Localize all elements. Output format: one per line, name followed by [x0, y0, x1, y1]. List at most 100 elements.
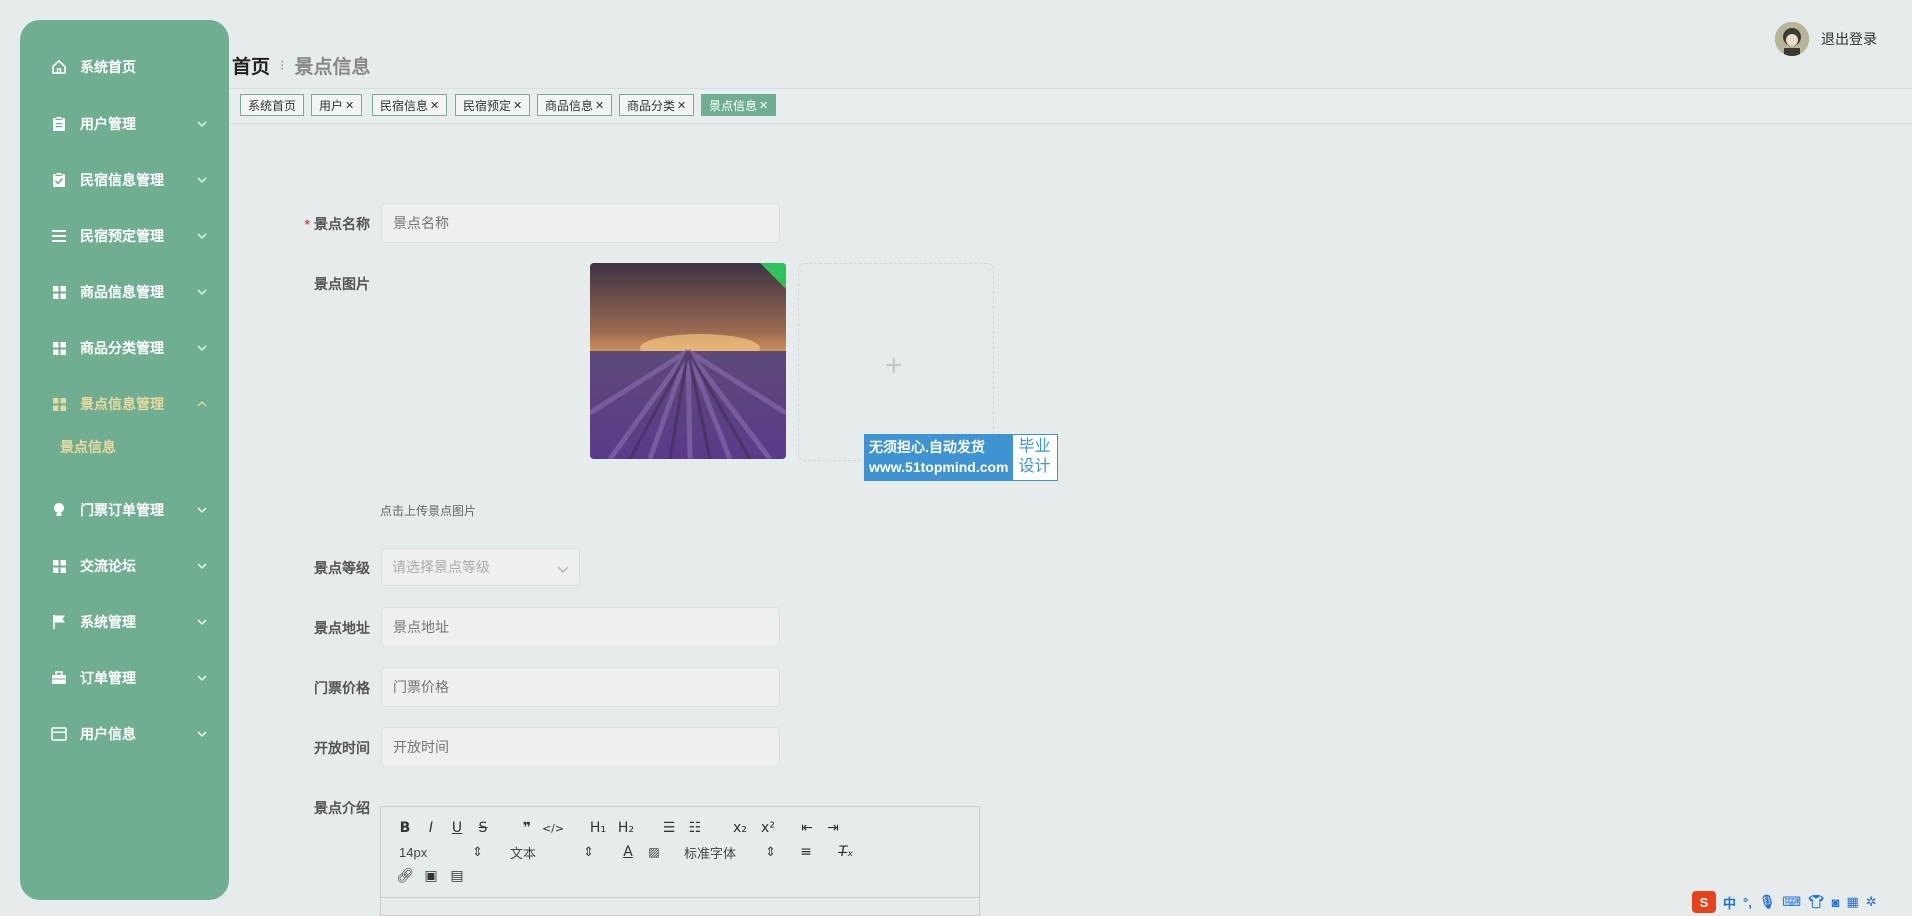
robot-icon[interactable]: ◙	[1832, 895, 1840, 910]
sidebar-item-homestay-booking[interactable]: 民宿预定管理	[20, 221, 229, 251]
microphone-icon[interactable]: 🎙︎	[1759, 894, 1776, 910]
tab-label: 用户	[319, 98, 344, 113]
card-icon	[50, 725, 68, 743]
ordered-list-icon[interactable]: ☰	[659, 818, 679, 838]
sidebar-item-forum[interactable]: 交流论坛	[20, 551, 229, 581]
chevron-down-icon	[196, 672, 208, 684]
tab-user[interactable]: 用户 ✕	[311, 94, 363, 116]
editor-toolbar-row1: B I U S ❞ </> H₁ H₂ ☰ ☷ x₂ x² ⇤ ⇥	[395, 817, 849, 839]
avatar[interactable]	[1775, 22, 1809, 56]
close-icon[interactable]: ✕	[677, 99, 686, 112]
chevron-down-icon	[196, 118, 208, 130]
attraction-name-input[interactable]	[381, 203, 780, 243]
close-icon[interactable]: ✕	[430, 99, 439, 112]
superscript-icon[interactable]: x²	[757, 818, 779, 838]
background-color-icon[interactable]: ▨	[644, 842, 664, 862]
close-icon[interactable]: ✕	[513, 99, 522, 112]
image-upload-trigger[interactable]: +	[798, 263, 994, 461]
grid-icon	[50, 395, 68, 413]
font-family-select[interactable]: 标准字体 ⇕	[684, 842, 776, 862]
clipboard-check-icon	[50, 171, 68, 189]
sidebar-item-attraction-info[interactable]: 景点信息管理	[20, 389, 229, 419]
ime-language[interactable]: 中	[1723, 893, 1736, 912]
font-size-select[interactable]: 14px ⇕	[399, 842, 483, 862]
tab-label: 商品分类	[627, 98, 676, 113]
grid-icon	[50, 283, 68, 301]
sidebar-item-label: 民宿预定管理	[80, 228, 164, 244]
sogou-logo-icon[interactable]: S	[1692, 891, 1716, 913]
close-icon[interactable]: ✕	[345, 99, 354, 112]
editor-content-area[interactable]	[381, 897, 979, 916]
blockquote-icon[interactable]: ❞	[517, 818, 537, 838]
video-icon[interactable]: ▤	[447, 866, 467, 886]
clear-format-icon[interactable]: T̶ₓ	[836, 842, 856, 862]
sidebar-item-ticket-orders[interactable]: 门票订单管理	[20, 495, 229, 525]
sidebar-item-product-category[interactable]: 商品分类管理	[20, 333, 229, 363]
tab-product-info[interactable]: 商品信息 ✕	[537, 94, 613, 116]
italic-icon[interactable]: I	[421, 818, 441, 838]
subscript-icon[interactable]: x₂	[729, 818, 751, 838]
tab-homestay-booking[interactable]: 民宿预定 ✕	[455, 94, 531, 116]
level-select-placeholder: 请选择景点等级	[392, 559, 490, 575]
heading1-icon[interactable]: H₁	[587, 818, 609, 838]
flag-icon	[50, 613, 68, 631]
sidebar-subitem-attraction[interactable]: 景点信息	[60, 437, 116, 457]
header-select[interactable]: 文本 ⇕	[510, 842, 594, 862]
bullet-list-icon[interactable]: ☷	[685, 818, 705, 838]
name-label-text: 景点名称	[314, 216, 370, 232]
level-select[interactable]: 请选择景点等级	[381, 548, 580, 586]
updown-icon: ⇕	[765, 844, 776, 859]
sidebar-item-system-management[interactable]: 系统管理	[20, 607, 229, 637]
indent-icon[interactable]: ⇥	[823, 818, 843, 838]
underline-icon[interactable]: U	[447, 818, 467, 838]
image-label: 景点图片	[314, 276, 370, 292]
apps-icon[interactable]: ▦	[1846, 894, 1858, 910]
price-label: 门票价格	[314, 680, 370, 696]
punctuation-icon[interactable]: °,	[1743, 895, 1752, 910]
close-icon[interactable]: ✕	[595, 99, 604, 112]
editor-toolbar-row2: 14px ⇕ 文本 ⇕ A ▨ 标准字体 ⇕ ≡ T̶ₓ	[399, 841, 862, 863]
price-input[interactable]	[381, 667, 780, 707]
breadcrumb-home[interactable]: 首页	[232, 52, 270, 79]
code-block-icon[interactable]: </>	[542, 818, 564, 838]
sidebar-item-order-management[interactable]: 订单管理	[20, 663, 229, 693]
grid-icon	[50, 557, 68, 575]
strikethrough-icon[interactable]: S	[473, 818, 493, 838]
tab-product-category[interactable]: 商品分类 ✕	[619, 94, 695, 116]
tab-bar: 系统首页 用户 ✕ 民宿信息 ✕ 民宿预定 ✕ 商品信息 ✕ 商品分类 ✕ 景点信息 ✕	[230, 88, 1912, 124]
chevron-down-icon	[196, 342, 208, 354]
grid-icon	[50, 339, 68, 357]
sidebar-item-user-info[interactable]: 用户信息	[20, 719, 229, 749]
outdent-icon[interactable]: ⇤	[797, 818, 817, 838]
editor-toolbar-row3: 🔗︎ ▣ ▤	[395, 865, 473, 887]
close-icon[interactable]: ✕	[759, 99, 768, 112]
skin-icon[interactable]: 👕︎	[1808, 894, 1825, 910]
keyboard-icon[interactable]: ⌨︎	[1782, 894, 1801, 910]
uploaded-image[interactable]	[590, 263, 786, 459]
breadcrumb-current: 景点信息	[294, 57, 371, 78]
address-input[interactable]	[381, 607, 780, 647]
align-icon[interactable]: ≡	[796, 842, 816, 862]
link-icon[interactable]: 🔗︎	[395, 866, 415, 886]
sidebar-item-homestay-info[interactable]: 民宿信息管理	[20, 165, 229, 195]
font-color-icon[interactable]: A	[618, 842, 638, 862]
open-time-input[interactable]	[381, 727, 780, 767]
bold-icon[interactable]: B	[395, 818, 415, 838]
tab-homestay-info[interactable]: 民宿信息 ✕	[372, 94, 448, 116]
tab-label: 商品信息	[545, 98, 594, 113]
sidebar-item-user-management[interactable]: 用户管理	[20, 109, 229, 139]
image-icon[interactable]: ▣	[421, 866, 441, 886]
watermark-left: 无须担心.自动发货 www.51topmind.com	[865, 435, 1013, 480]
logout-link[interactable]: 退出登录	[1821, 29, 1877, 49]
settings-icon[interactable]: ✲	[1866, 894, 1877, 910]
sidebar-item-home[interactable]: 系统首页	[20, 52, 229, 82]
tab-label: 景点信息	[709, 98, 758, 113]
tab-home[interactable]: 系统首页	[240, 94, 305, 116]
level-label: 景点等级	[314, 560, 370, 576]
heading2-icon[interactable]: H₂	[615, 818, 637, 838]
sidebar-item-label: 商品分类管理	[80, 340, 164, 356]
tab-attraction-info[interactable]: 景点信息 ✕	[701, 94, 777, 116]
sidebar-item-product-info[interactable]: 商品信息管理	[20, 277, 229, 307]
briefcase-icon	[50, 669, 68, 687]
breadcrumb: 首页 ⁝ 景点信息	[232, 52, 370, 79]
